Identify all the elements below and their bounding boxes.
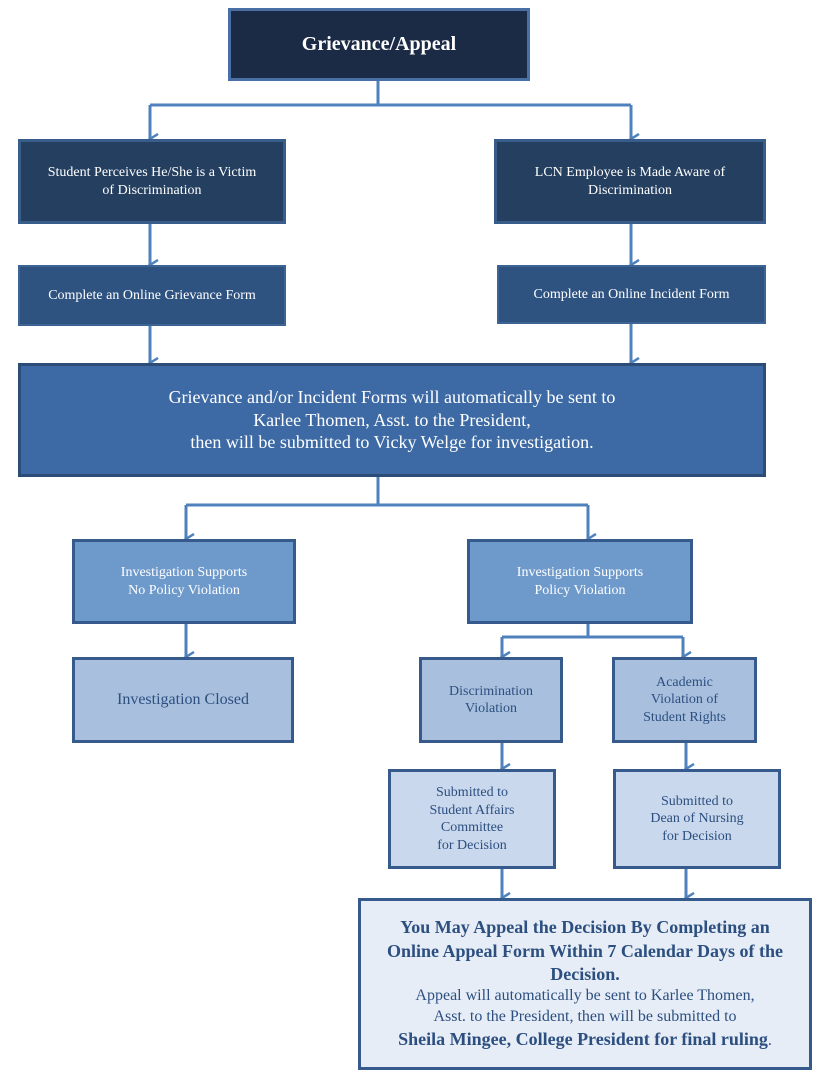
node-no-policy-violation-label: Investigation Supports No Policy Violati… <box>120 565 248 598</box>
node-student-victim-label: Student Perceives He/She is a Victim of … <box>47 165 257 198</box>
node-forms-sent: Grievance and/or Incident Forms will aut… <box>18 363 766 477</box>
node-policy-violation-label: Investigation Supports Policy Violation <box>516 565 644 598</box>
node-investigation-closed-label: Investigation Closed <box>117 691 249 708</box>
node-dean-nursing: Submitted to Dean of Nursing for Decisio… <box>613 769 781 869</box>
node-policy-violation: Investigation Supports Policy Violation <box>467 539 693 624</box>
node-discrimination-violation: Discrimination Violation <box>419 657 563 743</box>
node-grievance-form-label: Complete an Online Grievance Form <box>48 287 256 303</box>
root-node-label: Grievance/Appeal <box>301 33 457 55</box>
node-academic-violation-label: Academic Violation of Student Rights <box>643 674 726 725</box>
node-student-affairs: Submitted to Student Affairs Committee f… <box>388 769 556 869</box>
node-student-affairs-label: Submitted to Student Affairs Committee f… <box>429 785 515 853</box>
node-student-victim: Student Perceives He/She is a Victim of … <box>18 139 286 224</box>
node-incident-form: Complete an Online Incident Form <box>497 265 766 324</box>
node-discrimination-violation-label: Discrimination Violation <box>449 683 533 717</box>
node-forms-sent-label: Grievance and/or Incident Forms will aut… <box>168 387 616 453</box>
appeal-final-bold: Sheila Mingee, College President for fin… <box>398 1028 768 1049</box>
appeal-final-punct: . <box>767 1031 772 1049</box>
node-incident-form-label: Complete an Online Incident Form <box>533 286 730 302</box>
appeal-final-line: Sheila Mingee, College President for fin… <box>398 1028 772 1052</box>
node-academic-violation: Academic Violation of Student Rights <box>612 657 757 743</box>
node-no-policy-violation: Investigation Supports No Policy Violati… <box>72 539 296 624</box>
node-dean-nursing-label: Submitted to Dean of Nursing for Decisio… <box>650 793 744 844</box>
appeal-heading: You May Appeal the Decision By Completin… <box>386 917 784 984</box>
node-employee-aware: LCN Employee is Made Aware of Discrimina… <box>494 139 766 224</box>
node-appeal: You May Appeal the Decision By Completin… <box>358 898 812 1070</box>
appeal-body: Appeal will automatically be sent to Kar… <box>415 987 755 1026</box>
node-investigation-closed: Investigation Closed <box>72 657 294 743</box>
node-grievance-form: Complete an Online Grievance Form <box>18 265 286 326</box>
root-node-grievance-appeal: Grievance/Appeal <box>228 8 530 81</box>
node-employee-aware-label: LCN Employee is Made Aware of Discrimina… <box>534 165 726 198</box>
